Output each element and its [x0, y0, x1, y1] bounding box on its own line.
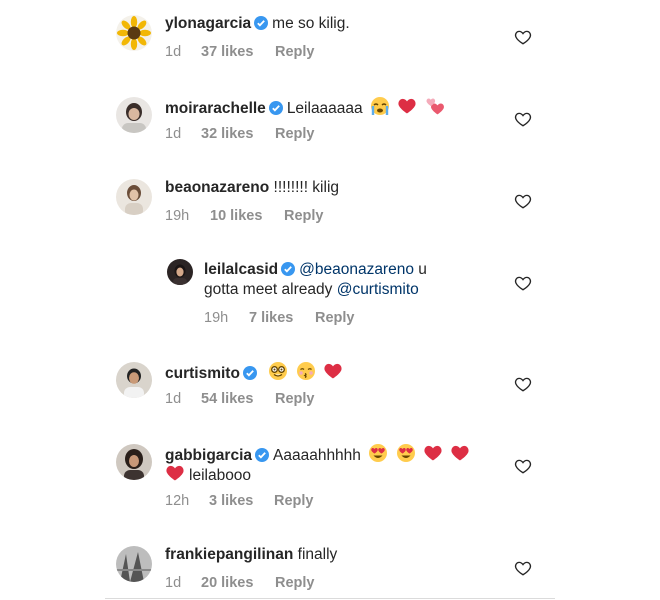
heart-eyes-emoji [369, 444, 388, 462]
verified-badge-icon [242, 366, 257, 380]
reply-button[interactable]: Reply [275, 126, 315, 142]
reply-button[interactable]: Reply [275, 44, 315, 60]
sunflower-avatar-image [116, 15, 152, 51]
like-count[interactable]: 10 likes [210, 208, 284, 224]
reply-button[interactable]: Reply [275, 575, 315, 591]
comment-text-line-2: gotta meet already @curtismito [204, 280, 419, 300]
like-heart-icon[interactable] [514, 274, 532, 292]
comment-text-line: moirarachelle Leilaaaaaa [165, 96, 445, 119]
red-heart-emoji [424, 445, 442, 461]
like-heart-icon[interactable] [514, 375, 532, 393]
like-count[interactable]: 32 likes [201, 126, 275, 142]
verified-badge-icon [255, 448, 269, 462]
reply-button[interactable]: Reply [274, 493, 314, 509]
comment-text-line: leilalcasid @beaonazareno u [204, 260, 427, 280]
comment-text-line-2: leilabooo [165, 463, 251, 486]
like-count[interactable]: 54 likes [201, 391, 275, 407]
comment-time[interactable]: 1d [165, 575, 201, 591]
username[interactable]: moirarachelle [165, 100, 266, 117]
comment-time[interactable]: 19h [165, 208, 210, 224]
comment-time[interactable]: 1d [165, 126, 201, 142]
verified-badge-icon [254, 16, 269, 30]
username[interactable]: ylonagarcia [165, 15, 251, 32]
nerd-face-emoji [269, 362, 288, 380]
profile-photo [116, 546, 152, 582]
comment-body: me so kilig. [272, 15, 350, 32]
comment-text-line: ylonagarcia me so kilig. [165, 14, 350, 34]
mention-link[interactable]: @beaonazareno [299, 261, 414, 278]
like-heart-icon[interactable] [514, 457, 532, 475]
kissing-face-emoji [296, 362, 315, 380]
like-heart-icon[interactable] [514, 559, 532, 577]
comment-meta: 19h 7 likes Reply [204, 310, 355, 326]
avatar[interactable] [167, 259, 193, 285]
divider [105, 598, 555, 599]
like-heart-icon[interactable] [514, 192, 532, 210]
avatar[interactable] [116, 546, 152, 582]
username[interactable]: frankiepangilinan [165, 546, 293, 563]
heart-eyes-emoji [396, 444, 415, 462]
profile-photo [116, 97, 152, 133]
comment-body: Leilaaaaaa [286, 100, 363, 117]
comment-meta: 12h 3 likes Reply [165, 493, 314, 509]
comment-body: u [413, 261, 427, 278]
avatar[interactable] [116, 444, 152, 480]
comment-text-line: frankiepangilinan finally [165, 545, 337, 565]
username[interactable]: gabbigarcia [165, 447, 252, 464]
crying-face-emoji [370, 97, 389, 115]
comment-time[interactable]: 1d [165, 391, 201, 407]
profile-photo [116, 179, 152, 215]
username[interactable]: leilalcasid [204, 261, 278, 278]
comment-time[interactable]: 19h [204, 310, 249, 326]
like-count[interactable]: 7 likes [249, 310, 315, 326]
avatar[interactable] [116, 15, 152, 51]
verified-badge-icon [281, 262, 296, 276]
comment-meta: 1d 54 likes Reply [165, 391, 315, 407]
reply-button[interactable]: Reply [315, 310, 355, 326]
username[interactable]: curtismito [165, 365, 240, 382]
mention-link[interactable]: @curtismito [337, 281, 419, 298]
red-heart-emoji [324, 363, 342, 379]
username[interactable]: beaonazareno [165, 179, 269, 196]
comment-body: leilabooo [189, 467, 252, 484]
reply-button[interactable]: Reply [284, 208, 324, 224]
avatar[interactable] [116, 179, 152, 215]
avatar[interactable] [116, 362, 152, 398]
red-heart-emoji [398, 98, 416, 114]
red-heart-emoji [451, 445, 469, 461]
like-heart-icon[interactable] [514, 110, 532, 128]
like-count[interactable]: 20 likes [201, 575, 275, 591]
comment-text-line: beaonazareno !!!!!!!! kilig [165, 178, 339, 198]
comment-meta: 1d 37 likes Reply [165, 44, 315, 60]
comment-meta: 1d 32 likes Reply [165, 126, 315, 142]
comment-body: gotta meet already [204, 281, 337, 298]
reply-button[interactable]: Reply [275, 391, 315, 407]
comment-body: !!!!!!!! kilig [273, 179, 340, 196]
like-heart-icon[interactable] [514, 28, 532, 46]
profile-photo [116, 362, 152, 398]
profile-photo [116, 444, 152, 480]
profile-photo [167, 259, 193, 285]
comment-meta: 1d 20 likes Reply [165, 575, 315, 591]
comment-meta: 19h 10 likes Reply [165, 208, 324, 224]
two-hearts-emoji [426, 98, 444, 115]
comment-body: finally [297, 546, 338, 563]
like-count[interactable]: 3 likes [209, 493, 274, 509]
avatar[interactable] [116, 97, 152, 133]
comment-text-line: curtismito [165, 361, 343, 384]
red-heart-emoji [166, 465, 184, 481]
like-count[interactable]: 37 likes [201, 44, 275, 60]
comment-time[interactable]: 12h [165, 493, 209, 509]
comment-body: Aaaaahhhhh [273, 447, 361, 464]
verified-badge-icon [268, 101, 283, 115]
comment-time[interactable]: 1d [165, 44, 201, 60]
